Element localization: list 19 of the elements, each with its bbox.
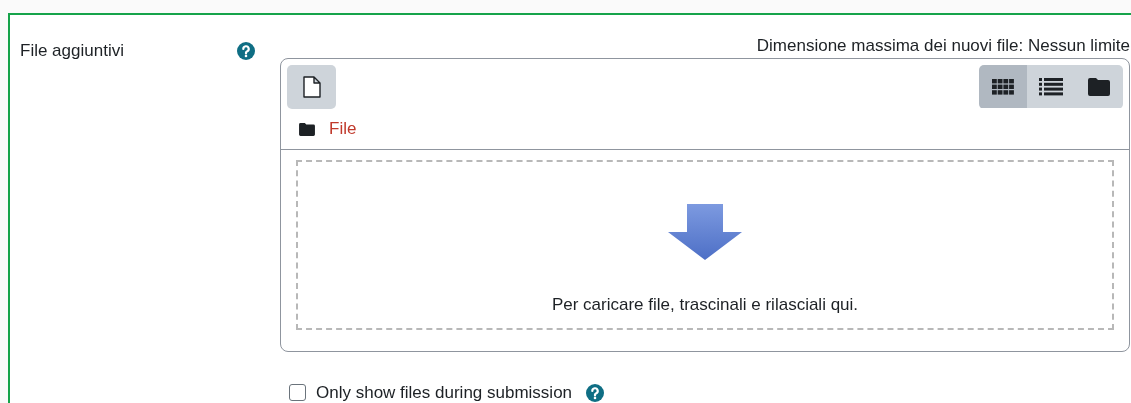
checkbox[interactable] [289,384,306,402]
view-button[interactable] [1027,65,1075,108]
list-icon [1039,77,1063,96]
field-label: File aggiuntivi [20,40,124,62]
help-icon[interactable] [237,42,255,60]
folder-icon [299,122,315,136]
down-arrow-icon [668,204,742,260]
folder-icon [1088,77,1110,96]
checkbox-label: Only show files during submission [316,382,573,403]
file-icon [302,76,321,98]
max-size-text: Dimensione massima dei nuovi file: Nessun limite [756,35,1130,57]
drop-message: Per caricare file, trascinali e rilasciali qui. [551,294,859,316]
grid-icon [992,78,1014,95]
drop-zone[interactable]: Per caricare file, trascinali e rilasciali qui. [296,160,1114,330]
path-link[interactable]: File [329,116,357,142]
view-button[interactable] [979,65,1027,108]
view-button[interactable] [1075,65,1123,108]
help-icon[interactable] [586,383,605,402]
add-file-button[interactable] [287,65,336,109]
